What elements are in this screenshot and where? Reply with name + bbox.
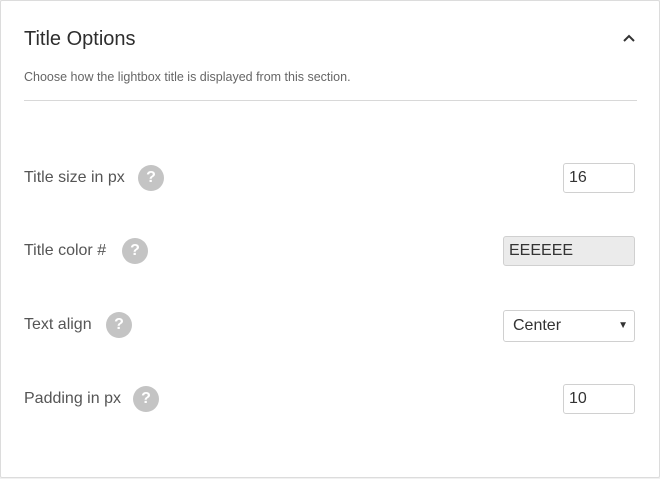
setting-row-title-size: Title size in px ? — [24, 162, 637, 194]
text-align-label: Text align — [24, 316, 92, 333]
text-align-select[interactable]: Center ▼ — [503, 310, 635, 342]
padding-label: Padding in px — [24, 390, 121, 407]
help-icon[interactable]: ? — [122, 238, 148, 264]
title-color-label: Title color # — [24, 242, 107, 259]
collapse-button[interactable] — [620, 29, 638, 47]
title-size-input[interactable] — [563, 163, 635, 193]
header-divider — [24, 100, 637, 101]
text-align-selected-value: Center — [513, 317, 562, 334]
title-size-label: Title size in px — [24, 169, 125, 186]
title-color-input[interactable] — [503, 236, 635, 266]
dropdown-arrow-icon: ▼ — [618, 320, 628, 331]
title-options-panel: Title Options Choose how the lightbox ti… — [0, 0, 660, 478]
padding-input[interactable] — [563, 384, 635, 414]
panel-title: Title Options — [24, 28, 136, 50]
help-icon[interactable]: ? — [133, 386, 159, 412]
help-icon[interactable]: ? — [138, 165, 164, 191]
setting-row-text-align: Text align ? Center ▼ — [24, 309, 637, 342]
setting-row-padding: Padding in px ? — [24, 383, 637, 415]
setting-row-title-color: Title color # ? — [24, 235, 637, 267]
chevron-up-icon — [623, 34, 635, 42]
help-icon[interactable]: ? — [106, 312, 132, 338]
panel-description: Choose how the lightbox title is display… — [24, 70, 351, 84]
